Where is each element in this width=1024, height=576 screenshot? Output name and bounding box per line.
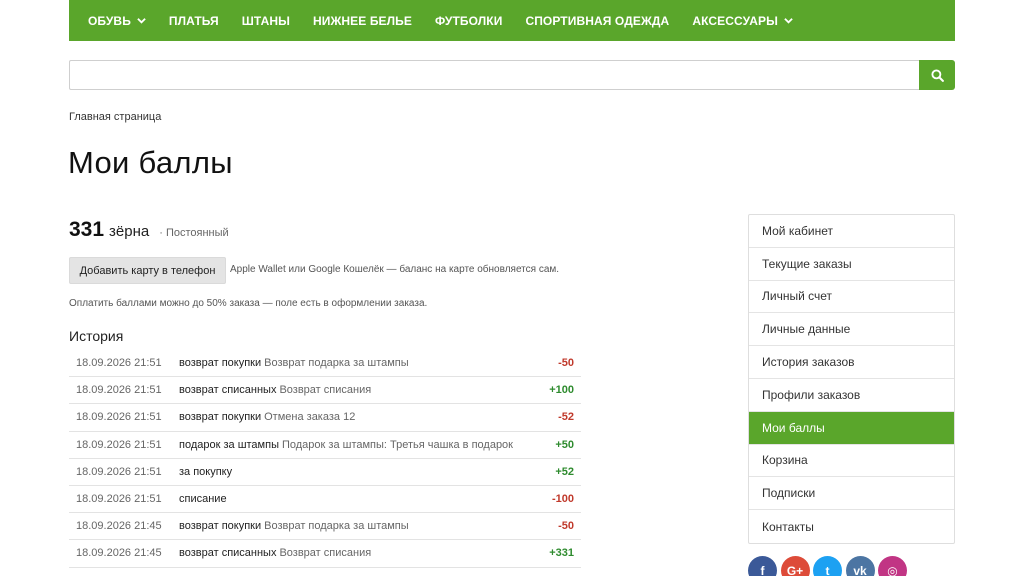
add-card-to-phone-button[interactable]: Добавить карту в телефон bbox=[69, 257, 226, 284]
points-value: 331 bbox=[69, 218, 105, 241]
social-links: f G+ t vk ◎ bbox=[748, 556, 911, 576]
facebook-icon[interactable]: f bbox=[748, 556, 777, 576]
history-type: возврат покупки bbox=[179, 520, 262, 533]
history-amount: +100 bbox=[549, 384, 574, 397]
sidebar-item-cart[interactable]: Корзина bbox=[749, 445, 954, 478]
sidebar-item-current-orders[interactable]: Текущие заказы bbox=[749, 248, 954, 281]
table-row: 18.09.2026 21:51 возврат покупки Отмена … bbox=[69, 404, 581, 432]
instagram-icon[interactable]: ◎ bbox=[878, 556, 907, 576]
history-description: Возврат подарка за штампы bbox=[264, 520, 409, 533]
history-type: подарок за штампы bbox=[179, 438, 279, 451]
history-title: История bbox=[69, 328, 124, 344]
sidebar-item-subscriptions[interactable]: Подписки bbox=[749, 477, 954, 511]
nav-item-label: ПЛАТЬЯ bbox=[168, 13, 219, 28]
history-type: возврат покупки bbox=[179, 357, 262, 370]
nav-item-underwear[interactable]: НИЖНЕЕ БЕЛЬЕ bbox=[313, 14, 412, 28]
history-description: Отмена заказа 12 bbox=[264, 411, 356, 424]
nav-item-label: ШТАНЫ bbox=[241, 13, 290, 28]
history-amount: +50 bbox=[555, 438, 574, 451]
history-date: 18.09.2026 21:51 bbox=[76, 438, 162, 451]
nav-item-tshirts[interactable]: ФУТБОЛКИ bbox=[435, 14, 502, 28]
points-summary: 331 зёрна · Постоянный bbox=[69, 218, 229, 242]
history-date: 18.09.2026 21:51 bbox=[76, 493, 162, 506]
sidebar-item-personal-account[interactable]: Личный счет bbox=[749, 281, 954, 314]
history-amount: -52 bbox=[558, 411, 574, 424]
search-button[interactable] bbox=[919, 60, 955, 90]
history-date: 18.09.2026 21:51 bbox=[76, 384, 162, 397]
nav-item-label: ФУТБОЛКИ bbox=[435, 13, 503, 28]
history-amount: -100 bbox=[551, 493, 574, 506]
sidebar-item-my-points[interactable]: Мои баллы bbox=[749, 411, 954, 445]
table-row: 18.09.2026 21:51 возврат списанных Возвр… bbox=[69, 377, 581, 405]
account-sidebar: Мой кабинет Текущие заказы Личный счет Л… bbox=[748, 214, 955, 544]
history-amount: -50 bbox=[558, 520, 574, 533]
sidebar-item-cabinet[interactable]: Мой кабинет bbox=[749, 215, 954, 248]
history-type: возврат списанных bbox=[179, 547, 277, 560]
loyalty-level: · Постоянный bbox=[159, 227, 229, 239]
nav-item-pants[interactable]: ШТАНЫ bbox=[242, 14, 290, 28]
history-amount: +52 bbox=[555, 465, 574, 478]
history-type: возврат списанных bbox=[179, 384, 277, 397]
chevron-down-icon bbox=[784, 18, 793, 24]
nav-item-dresses[interactable]: ПЛАТЬЯ bbox=[169, 14, 219, 28]
search-icon bbox=[930, 68, 944, 82]
breadcrumb[interactable]: Главная страница bbox=[69, 111, 161, 123]
sidebar-item-contacts[interactable]: Контакты bbox=[749, 510, 954, 543]
history-type: возврат покупки bbox=[179, 411, 262, 424]
table-row: 18.09.2026 21:45 возврат покупки Возврат… bbox=[69, 513, 581, 541]
history-amount: -50 bbox=[558, 357, 574, 370]
history-date: 18.09.2026 21:51 bbox=[76, 411, 162, 424]
history-type: за покупку bbox=[179, 465, 233, 478]
table-row: 18.09.2026 21:45 возврат списанных Возвр… bbox=[69, 540, 581, 568]
twitter-icon[interactable]: t bbox=[813, 556, 842, 576]
points-unit: зёрна bbox=[109, 223, 150, 240]
sidebar-item-personal-data[interactable]: Личные данные bbox=[749, 313, 954, 347]
history-description: Возврат списания bbox=[279, 384, 372, 397]
history-date: 18.09.2026 21:51 bbox=[76, 357, 162, 370]
history-description: Подарок за штампы: Третья чашка в подаро… bbox=[281, 438, 513, 451]
nav-item-shoes[interactable]: ОБУВЬ bbox=[88, 14, 146, 28]
nav-item-label: НИЖНЕЕ БЕЛЬЕ bbox=[312, 13, 413, 28]
page-title: Мои баллы bbox=[68, 145, 233, 180]
search-bar bbox=[69, 60, 955, 90]
sidebar-item-order-profiles[interactable]: Профили заказов bbox=[749, 379, 954, 412]
history-date: 18.09.2026 21:51 bbox=[76, 465, 162, 478]
top-navigation: ОБУВЬ ПЛАТЬЯ ШТАНЫ НИЖНЕЕ БЕЛЬЕ ФУТБОЛКИ… bbox=[69, 0, 955, 41]
vk-icon[interactable]: vk bbox=[845, 556, 875, 576]
history-amount: +331 bbox=[549, 547, 574, 560]
table-row: 18.09.2026 21:51 списание -100 bbox=[69, 486, 581, 514]
history-table: 18.09.2026 21:51 возврат покупки Возврат… bbox=[69, 350, 581, 568]
nav-item-label: СПОРТИВНАЯ ОДЕЖДА bbox=[525, 13, 670, 28]
table-row: 18.09.2026 21:51 возврат покупки Возврат… bbox=[69, 350, 581, 378]
table-row: 18.09.2026 21:51 за покупку +52 bbox=[69, 459, 581, 486]
table-row: 18.09.2026 21:51 подарок за штампы Подар… bbox=[69, 432, 581, 459]
history-description: Возврат подарка за штампы bbox=[264, 357, 409, 370]
sidebar-item-order-history[interactable]: История заказов bbox=[749, 346, 954, 379]
search-input[interactable] bbox=[69, 60, 921, 90]
nav-item-label: АКСЕССУАРЫ bbox=[692, 13, 778, 28]
nav-item-accessories[interactable]: АКСЕССУАРЫ bbox=[692, 14, 793, 28]
nav-item-label: ОБУВЬ bbox=[88, 13, 131, 28]
history-description: Возврат списания bbox=[279, 547, 372, 560]
history-type: списание bbox=[179, 493, 227, 506]
google-plus-icon[interactable]: G+ bbox=[780, 556, 810, 576]
nav-item-sportswear[interactable]: СПОРТИВНАЯ ОДЕЖДА bbox=[525, 14, 669, 28]
pay-with-points-note: Оплатить баллами можно до 50% заказа — п… bbox=[69, 298, 428, 309]
chevron-down-icon bbox=[137, 18, 146, 24]
history-date: 18.09.2026 21:45 bbox=[76, 547, 162, 560]
wallet-note: Apple Wallet или Google Кошелёк — баланс… bbox=[230, 264, 560, 275]
history-date: 18.09.2026 21:45 bbox=[76, 520, 162, 533]
